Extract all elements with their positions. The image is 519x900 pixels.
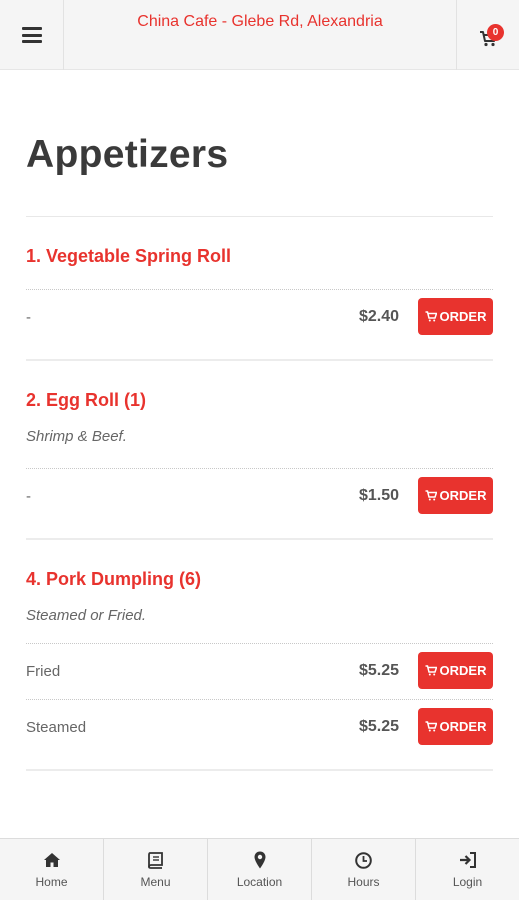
app-header: China Cafe - Glebe Rd, Alexandria 0: [0, 0, 519, 70]
order-button-label: ORDER: [439, 663, 487, 678]
variant-price: $1.50: [358, 487, 399, 504]
variant-label: Steamed: [26, 719, 87, 736]
variant-label: -: [26, 488, 31, 505]
cart-plus-icon: [425, 490, 437, 501]
nav-label: Location: [236, 875, 283, 889]
order-button-label: ORDER: [439, 488, 487, 503]
site-title[interactable]: China Cafe - Glebe Rd, Alexandria: [64, 13, 456, 31]
menu-content: Appetizers 1. Vegetable Spring Roll - $2…: [0, 70, 519, 839]
cart-plus-icon: [425, 721, 437, 732]
order-button[interactable]: ORDER: [418, 298, 493, 335]
order-button-label: ORDER: [439, 719, 487, 734]
variant-list: - $1.50 ORDER: [26, 468, 493, 524]
nav-login[interactable]: Login: [416, 839, 519, 900]
cart-plus-icon: [425, 311, 437, 322]
variant-row: - $1.50 ORDER: [26, 468, 493, 524]
variant-row: Fried $5.25 ORDER: [26, 643, 493, 699]
item-description: Shrimp & Beef.: [26, 428, 127, 445]
menu-item: 4. Pork Dumpling (6) Steamed or Fried. F…: [26, 568, 493, 771]
nav-label: Home: [35, 875, 68, 889]
cart-plus-icon: [425, 665, 437, 676]
nav-location[interactable]: Location: [208, 839, 312, 900]
nav-label: Login: [452, 875, 483, 889]
map-marker-icon: [254, 851, 266, 869]
divider: [26, 216, 493, 217]
order-button[interactable]: ORDER: [418, 652, 493, 689]
bottom-nav: Home Menu Location Hours Login: [0, 838, 519, 900]
variant-label: Fried: [26, 663, 61, 680]
nav-menu[interactable]: Menu: [104, 839, 208, 900]
order-button[interactable]: ORDER: [418, 477, 493, 514]
variant-label: -: [26, 309, 31, 326]
item-name[interactable]: 4. Pork Dumpling (6): [26, 568, 493, 590]
book-icon: [147, 851, 164, 869]
item-name[interactable]: 2. Egg Roll (1): [26, 389, 493, 411]
cart-button[interactable]: 0: [456, 0, 519, 70]
order-button-label: ORDER: [439, 309, 487, 324]
nav-label: Hours: [347, 875, 380, 889]
variant-price: $5.25: [358, 662, 399, 679]
order-button[interactable]: ORDER: [418, 708, 493, 745]
variant-price: $2.40: [358, 308, 399, 325]
hamburger-icon: [21, 27, 42, 43]
clock-icon: [355, 851, 372, 869]
variant-price: $5.25: [358, 718, 399, 735]
nav-home[interactable]: Home: [0, 839, 104, 900]
nav-hours[interactable]: Hours: [312, 839, 416, 900]
nav-label: Menu: [140, 875, 171, 889]
home-icon: [43, 851, 61, 869]
variant-row: - $2.40 ORDER: [26, 289, 493, 345]
menu-item: 1. Vegetable Spring Roll - $2.40 ORDER: [26, 245, 493, 361]
variant-list: - $2.40 ORDER: [26, 289, 493, 345]
page-title: Appetizers: [26, 133, 229, 176]
cart-count-badge: 0: [487, 24, 504, 41]
variant-row: Steamed $5.25 ORDER: [26, 699, 493, 755]
item-description: Steamed or Fried.: [26, 607, 147, 624]
sign-in-icon: [459, 851, 477, 869]
item-name[interactable]: 1. Vegetable Spring Roll: [26, 245, 493, 267]
menu-button[interactable]: [0, 0, 64, 70]
menu-item: 2. Egg Roll (1) Shrimp & Beef. - $1.50 O…: [26, 389, 493, 540]
variant-list: Fried $5.25 ORDER Steamed $5.25 ORDER: [26, 643, 493, 755]
